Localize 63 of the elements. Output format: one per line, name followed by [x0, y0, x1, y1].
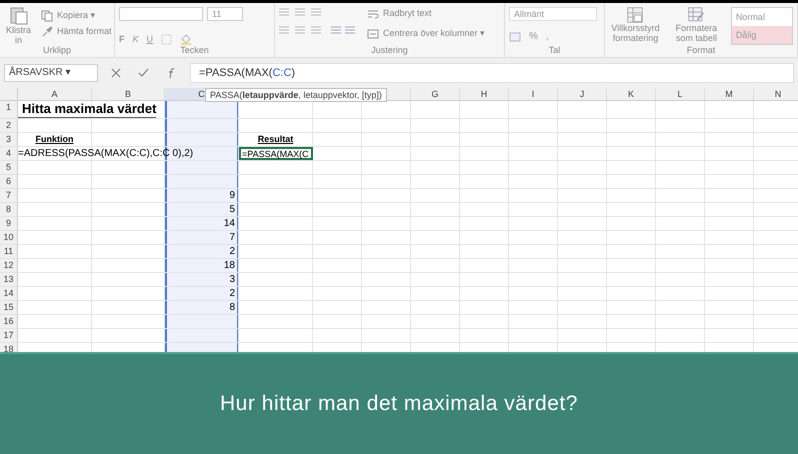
font-name-field[interactable] [119, 7, 203, 21]
table-cell-text: 8 [229, 301, 236, 314]
table-cell-text: 5 [229, 203, 236, 216]
group-label: Justering [370, 44, 409, 57]
table-cell-text: 3 [229, 273, 236, 286]
clipboard-icon [10, 7, 28, 25]
table-cell-text: 18 [224, 259, 236, 272]
table-cell-text: 2 [229, 287, 236, 300]
row-number[interactable]: 5 [0, 161, 18, 174]
column-header[interactable]: L [656, 88, 705, 100]
table-cell-text: 2 [229, 245, 236, 258]
check-icon[interactable] [138, 68, 150, 78]
table-cell-text: 9 [229, 189, 236, 202]
column-header[interactable]: G [411, 88, 460, 100]
column-header[interactable]: K [607, 88, 656, 100]
row-number[interactable]: 6 [0, 175, 18, 188]
row-number[interactable]: 13 [0, 273, 18, 286]
cancel-icon[interactable] [110, 68, 121, 78]
row-number[interactable]: 2 [0, 119, 18, 132]
column-header[interactable]: I [509, 88, 558, 100]
group-label: Tecken [179, 44, 210, 57]
name-box[interactable]: ÅRSAVSKR ▾ [4, 64, 98, 82]
function-tooltip: PASSA(letauppvärde, letauppvektor, [typ]) [205, 88, 387, 102]
ribbon-button[interactable]: Klistra in [4, 7, 34, 45]
group-label: Urklipp [42, 44, 72, 57]
row-number[interactable]: 4 [0, 147, 18, 160]
fill-bucket-icon [180, 34, 192, 46]
formula-field[interactable]: =PASSA(MAX(C:C) [190, 63, 794, 83]
table-cell-text: 14 [224, 217, 236, 230]
column-heading: Funktion [36, 133, 74, 146]
column-header[interactable]: H [460, 88, 509, 100]
group-label: Tal [548, 44, 562, 57]
currency-icon [509, 32, 521, 42]
row-number[interactable]: 14 [0, 287, 18, 300]
row-number[interactable]: 3 [0, 133, 18, 146]
column-header[interactable]: J [558, 88, 607, 100]
column-header[interactable]: N [754, 88, 798, 100]
row-number[interactable]: 18 [0, 343, 18, 352]
row-number[interactable]: 12 [0, 259, 18, 272]
merge-cells-icon [367, 28, 379, 40]
row-number[interactable]: 9 [0, 217, 18, 230]
brush-icon [41, 26, 54, 38]
row-number[interactable]: 16 [0, 315, 18, 328]
table-style-icon [687, 7, 706, 23]
conditional-format-icon [626, 7, 644, 23]
row-number[interactable]: 7 [0, 189, 18, 202]
active-cell[interactable]: =PASSA(MAX(C [239, 147, 313, 160]
row-number[interactable]: 1 [0, 101, 18, 118]
wrap-text-icon [367, 8, 379, 20]
row-number[interactable]: 17 [0, 329, 18, 342]
row-number[interactable]: 15 [0, 301, 18, 314]
column-header[interactable]: A [18, 88, 92, 100]
row-number[interactable]: 8 [0, 203, 18, 216]
borders-icon [161, 34, 172, 46]
table-cell-text: 7 [229, 231, 236, 244]
sheet-title: Hitta maximala värdet [18, 101, 156, 118]
group-label: Format [686, 44, 716, 57]
column-header[interactable]: M [705, 88, 754, 100]
column-heading: Resultat [258, 133, 294, 146]
row-number[interactable]: 11 [0, 245, 18, 258]
caption-text: Hur hittar man det maximala värdet? [220, 391, 578, 418]
row-number[interactable]: 10 [0, 231, 18, 244]
copy-icon [41, 10, 54, 22]
